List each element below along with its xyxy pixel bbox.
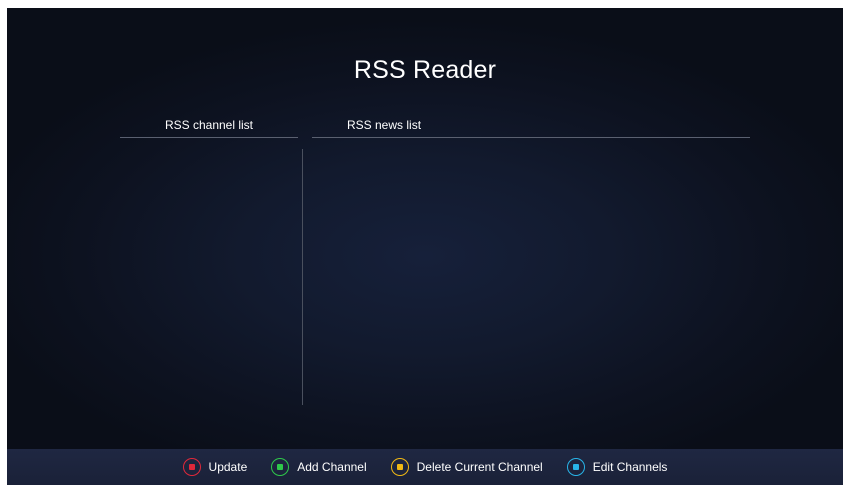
news-list[interactable] [312,148,750,405]
update-label: Update [208,460,248,474]
red-key-icon [182,458,201,476]
footer-hint-bar: Update Add Channel Delete Current Channe… [7,449,843,485]
edit-channels-label: Edit Channels [592,460,668,474]
add-channel-label: Add Channel [297,460,367,474]
channel-list[interactable] [120,148,298,405]
news-header-divider [312,137,750,138]
green-key-icon [271,458,290,476]
yellow-key-icon [390,458,409,476]
channel-header-divider [120,137,298,138]
update-button[interactable]: Update [182,458,248,476]
blue-key-icon [566,458,585,476]
delete-channel-label: Delete Current Channel [416,460,543,474]
edit-channels-button[interactable]: Edit Channels [566,458,668,476]
rss-reader-screen: RSS Reader RSS channel list RSS news lis… [7,8,843,485]
column-divider [302,149,303,405]
channel-list-header: RSS channel list [164,118,254,132]
news-list-header: RSS news list [347,118,422,132]
page-title: RSS Reader [353,56,497,84]
add-channel-button[interactable]: Add Channel [271,458,367,476]
delete-channel-button[interactable]: Delete Current Channel [390,458,543,476]
